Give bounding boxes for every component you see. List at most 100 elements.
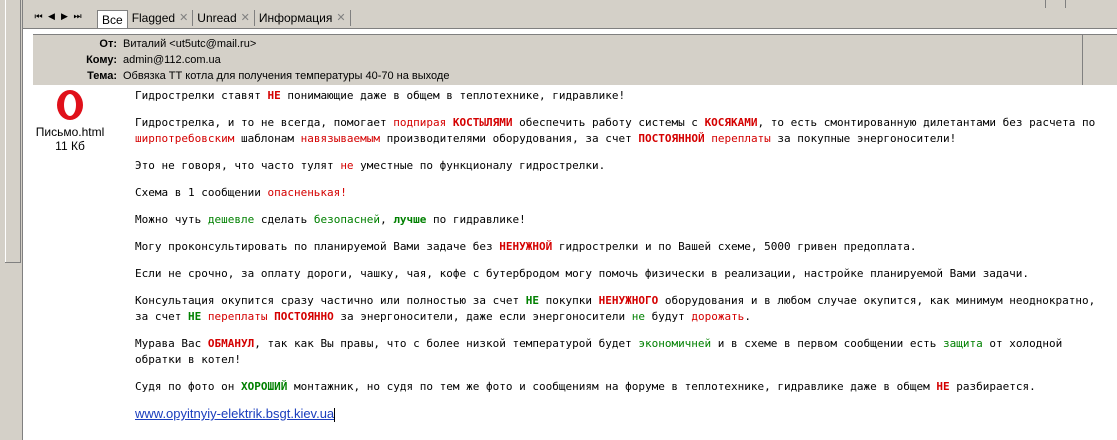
tabs: Все Flagged ✕ Unread ✕ Информация ✕ [97,10,351,28]
message-paragraph: Гидрострелка, и то не всегда, помогает п… [135,115,1110,147]
tab-0[interactable]: Все [97,10,128,28]
left-scroll-strip [0,0,23,440]
top-divider-2 [1065,0,1066,8]
text-run: за покупные энергоносители! [770,132,957,145]
text-run: НЕ [187,310,202,323]
text-run: переплаты [207,310,268,323]
text-run: за энергоносители, даже если энергоносит… [333,310,632,323]
to-row: Кому: admin@112.com.ua [33,52,1117,68]
from-value[interactable]: Виталий <ut5utc@mail.ru> [123,36,256,52]
scrollbar-thumb[interactable] [5,0,21,263]
message-paragraph: Если не срочно, за оплату дороги, чашку,… [135,266,1110,282]
header-divider [1082,35,1083,85]
close-icon[interactable]: ✕ [241,10,250,26]
text-run: покупки [538,294,599,307]
message-paragraph: Судя по фото он ХОРОШИЙ монтажник, но су… [135,379,1110,395]
website-link[interactable]: www.opyitnyiy-elektrik.bsgt.kiev.ua [135,406,334,421]
text-run: Могу проконсультировать по планируемой В… [135,240,500,253]
to-label: Кому: [86,54,117,66]
attachment[interactable]: Письмо.html 11 Кб [30,86,110,156]
from-row: От: Виталий <ut5utc@mail.ru> [33,36,1117,52]
message-paragraph: Можно чуть дешевле сделать безопасней, л… [135,212,1110,228]
close-icon[interactable]: ✕ [336,10,345,26]
message-paragraph: Мурава Вас ОБМАНУЛ, так как Вы правы, чт… [135,336,1110,368]
from-label: От: [99,38,117,50]
text-run: производителями оборудования, за счет [380,132,639,145]
text-run: КОСТЫЛЯМИ [452,116,513,129]
text-run: НЕНУЖНОГО [598,294,659,307]
subject-row: Тема: Обвязка ТТ котла для получения тем… [33,68,1117,84]
text-run: уместные по функционалу гидрострелки. [353,159,606,172]
text-run: НЕ [267,89,281,102]
text-run: Схема в 1 сообщении [135,186,268,199]
text-run: , так как Вы правы, что с более низкой т… [254,337,639,350]
text-run: и в схеме в первом сообщении есть [711,337,943,350]
text-run: НЕНУЖНОЙ [499,240,553,253]
opera-icon [57,90,83,120]
top-divider [1045,0,1046,8]
text-run: обеспечить работу системы с [512,116,705,129]
text-run: ПОСТОЯННОЙ [638,132,705,145]
text-run: будут [644,310,692,323]
text-run: дорожать [691,310,745,323]
text-run: ПОСТОЯННО [274,310,334,323]
message-body: Гидрострелки ставят НЕ понимающие даже в… [135,88,1110,434]
text-run: лучше [393,213,427,226]
text-run: подпирая [393,116,447,129]
message-paragraph: Схема в 1 сообщении опасненькая! [135,185,1110,201]
attachment-filename: Письмо.html [35,125,105,139]
text-run: НЕ [936,380,950,393]
text-run: защита [942,337,983,350]
text-run: Это не говоря, что часто тулят [135,159,341,172]
text-run: . [744,310,751,323]
text-run: Можно чуть [135,213,208,226]
text-run: КОСЯКАМИ [704,116,758,129]
text-run: Мурава Вас [135,337,208,350]
text-run: не [340,159,354,172]
text-run: разбирается. [949,380,1036,393]
tab-3[interactable]: Информация ✕ [255,10,351,26]
text-caret [334,408,336,422]
text-run [446,116,453,129]
text-run: переплаты [711,132,771,145]
last-icon[interactable]: ⏭ [72,11,83,24]
tab-bar: ⏮ ◀ ▶ ⏭ Все Flagged ✕ Unread ✕ Информация ✕ [23,8,1117,29]
tab-1[interactable]: Flagged ✕ [128,10,194,26]
tab-label: Unread [197,11,237,25]
text-run: Консультация окупится сразу частично или… [135,294,526,307]
text-run: понимающие даже в общем в теплотехнике, … [280,89,626,102]
prev-icon[interactable]: ◀ [46,11,57,24]
tab-label: Flagged [131,11,176,25]
to-value[interactable]: admin@112.com.ua [123,52,221,68]
text-run: Гидрострелки ставят [135,89,268,102]
text-run: по гидравлике! [426,213,526,226]
message-paragraph: Могу проконсультировать по планируемой В… [135,239,1110,255]
text-run: безопасней [313,213,381,226]
message-header: От: Виталий <ut5utc@mail.ru> Кому: admin… [33,34,1117,85]
text-run: Если не срочно, за оплату дороги, чашку,… [135,267,1030,280]
text-run: навязываемым [300,132,381,145]
first-icon[interactable]: ⏮ [33,11,44,24]
message-paragraph: Консультация окупится сразу частично или… [135,293,1110,325]
text-run: шаблонам [234,132,301,145]
next-icon[interactable]: ▶ [59,11,70,24]
link-paragraph: www.opyitnyiy-elektrik.bsgt.kiev.ua [135,406,1110,423]
text-run: Гидрострелка, и то не всегда, помогает [135,116,394,129]
close-icon[interactable]: ✕ [179,10,188,26]
text-run: монтажник, но судя по тем же фото и сооб… [287,380,937,393]
text-run: ширпотребовским [135,132,235,145]
text-run: дешевле [207,213,255,226]
subject-label: Тема: [87,70,117,82]
text-run: опасненькая! [267,186,347,199]
strip-edge [22,0,23,440]
nav-buttons: ⏮ ◀ ▶ ⏭ [33,11,83,25]
text-run: НЕ [525,294,539,307]
text-run: ОБМАНУЛ [207,337,255,350]
subject-value: Обвязка ТТ котла для получения температу… [123,70,450,82]
tab-label: Все [102,12,123,27]
tab-2[interactable]: Unread ✕ [193,10,255,26]
text-run [201,310,208,323]
text-run: сделать [254,213,314,226]
text-run: , [380,213,394,226]
text-run: не [631,310,645,323]
